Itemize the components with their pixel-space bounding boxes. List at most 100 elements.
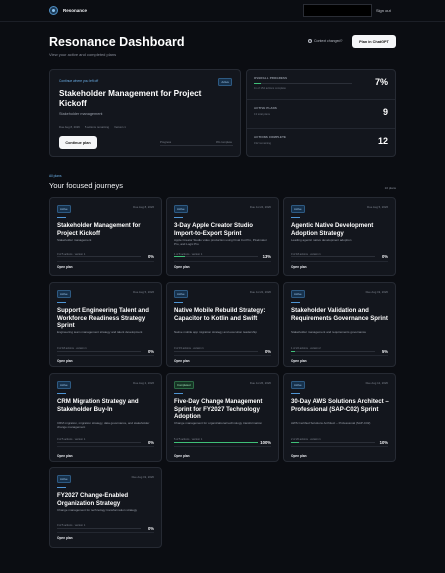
stat-sub: 11 of 154 actions complete xyxy=(254,87,286,91)
due-date: Due Aug 2, 2026 xyxy=(133,381,154,385)
plan-title: 3-Day Apple Creator Studio Import-to-Exp… xyxy=(174,222,254,237)
open-plan-link[interactable]: Open plan xyxy=(291,265,307,269)
continue-plan-button[interactable]: Continue plan xyxy=(59,136,97,149)
card-divider xyxy=(57,261,154,262)
hero-progress-value: 0% complete xyxy=(215,140,232,144)
progress-bar xyxy=(57,442,141,444)
plan-category: Leading agentic native development adopt… xyxy=(291,238,352,242)
stat-label: ACTIONS COMPLETE xyxy=(254,135,287,139)
progress-bar xyxy=(57,256,141,258)
due-date: Due Aug 19, 2026 xyxy=(131,475,154,479)
open-plan-link[interactable]: Open plan xyxy=(57,536,73,540)
plan-title: Support Engineering Talent and Workforce… xyxy=(57,307,149,330)
plan-meta: 0 of 15 actions · version 1 xyxy=(174,347,204,350)
plan-card[interactable]: Active Due Aug 12, 2026 30-Day AWS Solutio… xyxy=(283,373,396,462)
section-title: Your focused journeys xyxy=(49,181,123,190)
card-divider xyxy=(291,261,388,262)
card-divider xyxy=(174,446,271,447)
progress-fill xyxy=(291,351,296,353)
progress-percent: 100% xyxy=(260,439,271,445)
open-plan-link[interactable]: Open plan xyxy=(57,359,73,363)
progress-bar xyxy=(174,256,258,258)
status-badge: Completed xyxy=(174,381,194,389)
plan-meta: 0 of 18 actions · version 1 xyxy=(57,347,87,350)
status-badge: Active xyxy=(174,205,188,213)
open-plan-link[interactable]: Open plan xyxy=(291,359,307,363)
plan-category: Stakeholder management xyxy=(57,238,92,242)
open-plan-link[interactable]: Open plan xyxy=(291,454,307,458)
hero-plan-category: Stakeholder management xyxy=(59,112,103,116)
page-subtitle: View your active and completed plans xyxy=(49,52,117,57)
card-divider xyxy=(57,532,154,533)
progress-fill xyxy=(174,442,258,444)
plan-title: Five-Day Change Management Sprint for FY… xyxy=(174,398,263,421)
due-date: Due Aug 8, 2026 xyxy=(133,205,154,209)
continue-plan-card: Continue where you left off Active Stake… xyxy=(49,69,241,157)
stat-sub: 13 total plans xyxy=(254,113,270,116)
plan-card[interactable]: Active Due Aug 19, 2026 FY2027 Change-Enab… xyxy=(49,467,162,548)
progress-percent: 0% xyxy=(264,348,271,354)
section-kicker: All plans xyxy=(49,174,62,178)
due-date: Due Jul 22, 2026 xyxy=(249,290,271,294)
plan-category: Engineering team management strategy and… xyxy=(57,330,143,334)
plan-meta: 2 of 20 actions · version 1 xyxy=(291,438,321,441)
plan-card[interactable]: Completed Due Jul 26, 2026 Five-Day Change… xyxy=(166,373,279,462)
card-divider xyxy=(57,355,154,356)
question-icon: ? xyxy=(308,39,312,43)
plan-title: Stakeholder Validation and Requirements … xyxy=(291,307,388,322)
card-accent xyxy=(291,393,300,395)
overall-progress-bar xyxy=(254,83,352,85)
card-divider xyxy=(174,355,271,356)
status-badge: Active xyxy=(57,381,71,389)
plan-card[interactable]: Active Due Jul 24, 2026 3-Day Apple Creato… xyxy=(166,197,279,276)
plan-category: Stakeholder management and requirements … xyxy=(291,330,367,334)
overall-progress-fill xyxy=(254,83,261,85)
context-changed-link[interactable]: ? Context changed? xyxy=(308,39,342,43)
card-accent xyxy=(174,302,183,304)
due-date: Due Jul 26, 2026 xyxy=(249,381,271,385)
hero-due-date: Due Aug 8, 2026 xyxy=(59,125,80,129)
plan-card[interactable]: Active Due Aug 5, 2026 Support Engineering… xyxy=(49,282,162,367)
open-plan-link[interactable]: Open plan xyxy=(57,454,73,458)
plan-category: AWS Certified Solutions Architect – Prof… xyxy=(291,421,371,425)
account-menu[interactable] xyxy=(303,4,372,17)
due-date: Due Aug 12, 2026 xyxy=(365,381,388,385)
plan-card[interactable]: Active Due Aug 2, 2026 CRM Migration Strat… xyxy=(49,373,162,462)
open-plan-link[interactable]: Open plan xyxy=(174,265,190,269)
card-divider xyxy=(174,261,271,262)
stat-overall-progress: OVERALL PROGRESS 11 of 154 actions compl… xyxy=(247,70,395,99)
card-divider xyxy=(57,446,154,447)
hero-plan-meta: Due Aug 8, 2026 5 actions remaining Vers… xyxy=(59,125,126,129)
plan-title: CRM Migration Strategy and Stakeholder B… xyxy=(57,398,139,413)
open-plan-link[interactable]: Open plan xyxy=(57,265,73,269)
status-badge: Active xyxy=(174,290,188,298)
status-badge: Active xyxy=(291,205,305,213)
stat-label: OVERALL PROGRESS xyxy=(254,76,288,80)
stat-sub: 192 remaining xyxy=(254,142,272,145)
plan-category: Native mobile app migration strategy and… xyxy=(174,330,257,334)
resonance-logo-icon xyxy=(49,6,58,15)
plan-title: 30-Day AWS Solutions Architect – Profess… xyxy=(291,398,389,413)
stat-value: 12 xyxy=(377,136,388,146)
plan-card[interactable]: Active Due Aug 5, 2026 Agentic Native Deve… xyxy=(283,197,396,276)
plan-in-chatgpt-button[interactable]: Plan in ChatGPT xyxy=(352,35,396,48)
due-date: Due Aug 5, 2026 xyxy=(133,290,154,294)
stats-panel: OVERALL PROGRESS 11 of 154 actions compl… xyxy=(246,69,396,157)
open-plan-link[interactable]: Open plan xyxy=(174,359,190,363)
open-plan-link[interactable]: Open plan xyxy=(174,454,190,458)
status-badge: Active xyxy=(218,78,232,86)
plan-card[interactable]: Active Due Aug 19, 2026 Stakeholder Valida… xyxy=(283,282,396,367)
progress-percent: 0% xyxy=(147,348,154,354)
hero-progress-bar xyxy=(160,145,233,146)
stat-label: ACTIVE PLANS xyxy=(254,106,277,110)
status-badge: Active xyxy=(57,475,71,483)
hero-plan-title: Stakeholder Management for Project Kicko… xyxy=(59,89,202,108)
plan-title: FY2027 Change-Enabled Organization Strat… xyxy=(57,492,129,507)
stat-actions-complete: ACTIONS COMPLETE 192 remaining 12 xyxy=(247,128,395,157)
context-changed-label: Context changed? xyxy=(314,39,343,43)
plan-card[interactable]: Active Due Jul 22, 2026 Native Mobile Rebu… xyxy=(166,282,279,367)
sign-out-link[interactable]: Sign out xyxy=(376,8,391,13)
card-accent xyxy=(57,487,66,489)
plan-card[interactable]: Active Due Aug 8, 2026 Stakeholder Managem… xyxy=(49,197,162,276)
plan-title: Stakeholder Management for Project Kicko… xyxy=(57,222,141,237)
